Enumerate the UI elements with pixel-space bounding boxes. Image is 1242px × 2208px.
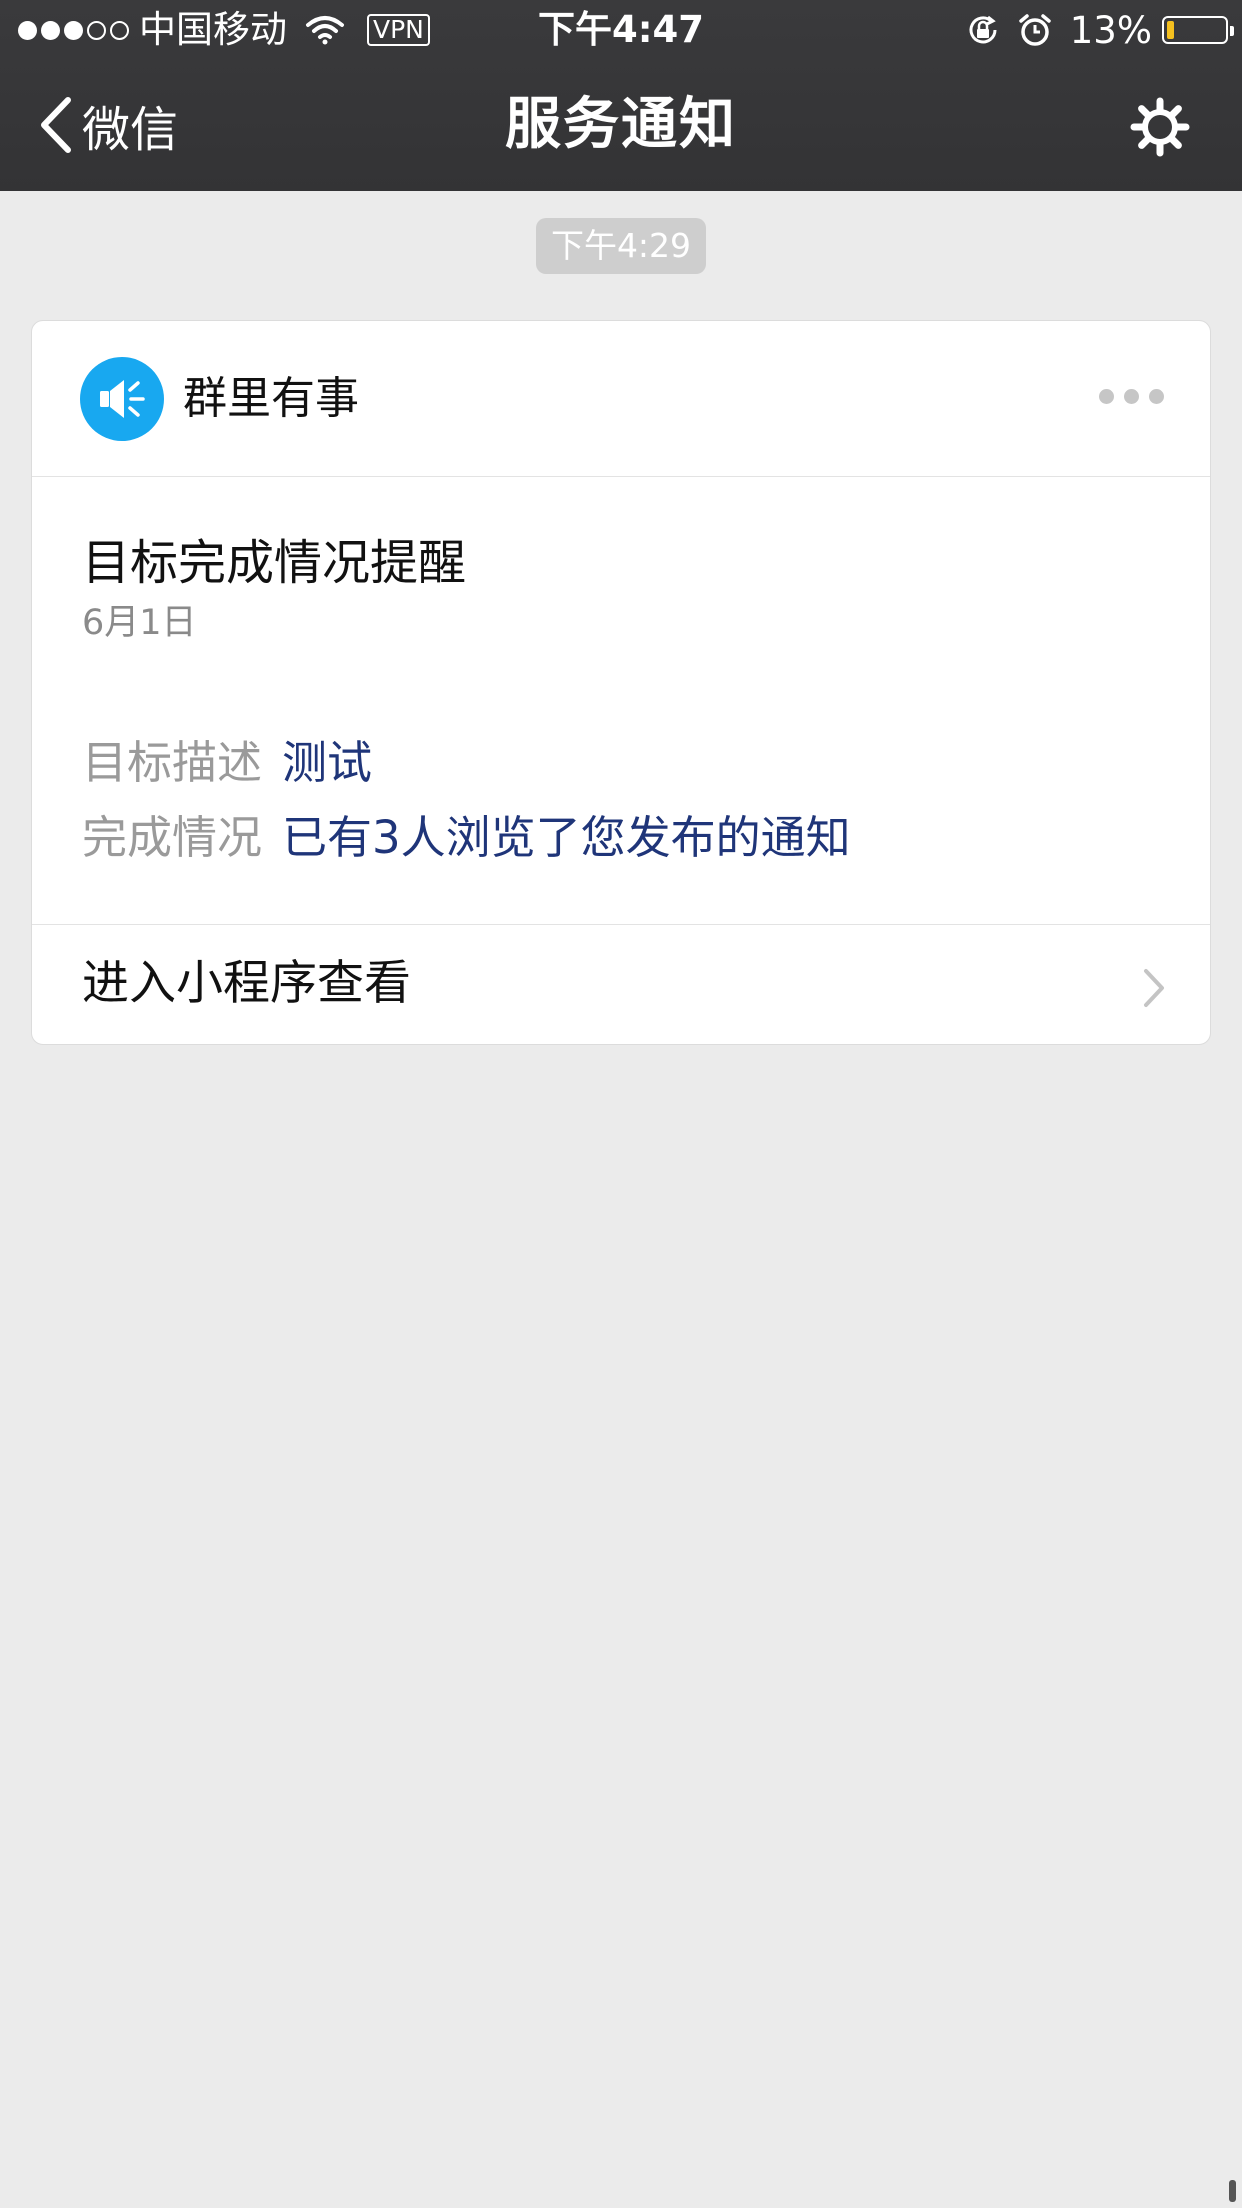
more-dots-icon[interactable] <box>1099 389 1164 404</box>
card-header[interactable]: 群里有事 <box>32 321 1210 477</box>
field-completion-status: 完成情况 已有3人浏览了您发布的通知 <box>82 808 851 868</box>
app-avatar[interactable] <box>80 357 164 441</box>
app-name[interactable]: 群里有事 <box>183 371 359 427</box>
speaker-icon <box>100 380 145 418</box>
scroll-indicator[interactable] <box>1229 2180 1236 2202</box>
message-timestamp: 下午4:29 <box>536 218 706 274</box>
battery-icon <box>1162 16 1234 44</box>
status-right: 13% <box>966 8 1234 52</box>
open-mini-program-label: 进入小程序查看 <box>82 956 411 1011</box>
open-mini-program-button[interactable]: 进入小程序查看 <box>32 924 1210 1044</box>
page-title: 服务通知 <box>505 92 737 157</box>
field-goal-description: 目标描述 测试 <box>82 733 372 793</box>
more-dot <box>1149 389 1164 404</box>
more-dot <box>1124 389 1139 404</box>
field-label: 完成情况 <box>82 811 263 864</box>
field-label: 目标描述 <box>82 736 263 789</box>
chevron-right-icon <box>1144 969 1164 1007</box>
field-value: 测试 <box>282 736 373 789</box>
notification-card: 群里有事 目标完成情况提醒 6月1日 目标描述 测试 完成情况 已有3人浏览了您… <box>31 320 1211 1045</box>
rotation-lock-icon <box>969 15 997 44</box>
battery-nub <box>1230 26 1234 36</box>
alarm-icon <box>1019 14 1051 46</box>
top-bar: 中国移动 VPN 下午4:47 13% 微信 服务通知 <box>0 0 1242 191</box>
notice-date: 6月1日 <box>82 603 197 643</box>
battery-percent: 13% <box>1069 8 1152 52</box>
nav-bar: 微信 服务通知 <box>0 60 1242 191</box>
gear-icon[interactable] <box>1130 97 1190 157</box>
more-dot <box>1099 389 1114 404</box>
field-value: 已有3人浏览了您发布的通知 <box>282 811 851 864</box>
battery-fill <box>1167 21 1175 39</box>
status-bar: 中国移动 VPN 下午4:47 13% <box>0 0 1242 60</box>
notice-title: 目标完成情况提醒 <box>82 535 467 591</box>
